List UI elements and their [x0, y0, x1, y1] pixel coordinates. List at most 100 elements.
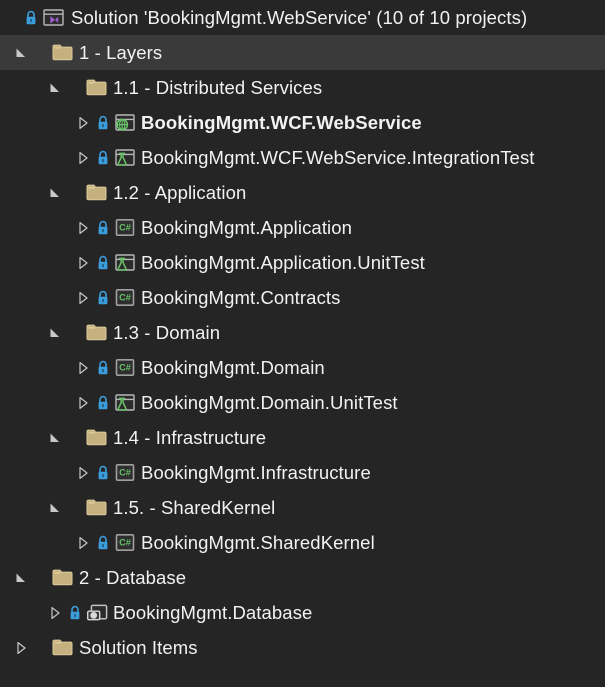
folder-icon [50, 35, 76, 70]
solution-folder-1-1-distributed-services[interactable]: 1.1 - Distributed Services [0, 70, 605, 105]
project-bookingmgmt-wcf-webservice[interactable]: BookingMgmt.WCF.WebService [0, 105, 605, 140]
lock-placeholder [66, 175, 84, 210]
tree-indent-spacer [0, 297, 72, 298]
project-bookingmgmt-wcf-webservice-integrationtest[interactable]: BookingMgmt.WCF.WebService.IntegrationTe… [0, 140, 605, 175]
expander-collapsed-icon[interactable] [72, 245, 94, 280]
tree-item-label: 1.4 - Infrastructure [113, 427, 267, 448]
solution-folder-2-database[interactable]: 2 - Database [0, 560, 605, 595]
tree-item-label: Solution Items [79, 637, 198, 658]
tree-indent-spacer [0, 542, 72, 543]
expander-expanded-icon[interactable] [44, 420, 66, 455]
csharp-project-icon: C# [112, 455, 138, 490]
tree-indent-spacer [0, 332, 44, 333]
lock-placeholder [66, 315, 84, 350]
tree-indent-spacer [0, 472, 72, 473]
expander-collapsed-icon[interactable] [72, 455, 94, 490]
folder-icon [84, 315, 110, 350]
lock-placeholder [32, 630, 50, 665]
tree-item-label: 1.5. - SharedKernel [113, 497, 276, 518]
database-project-icon [84, 595, 110, 630]
tree-indent-spacer [0, 262, 72, 263]
tree-indent-spacer [0, 367, 72, 368]
test-project-icon [112, 140, 138, 175]
tree-item-label: BookingMgmt.Contracts [141, 287, 341, 308]
expander-collapsed-icon[interactable] [72, 280, 94, 315]
tree-item-label: BookingMgmt.Infrastructure [141, 462, 371, 483]
tree-indent-spacer [0, 612, 44, 613]
folder-icon [50, 560, 76, 595]
tree-indent-spacer [0, 87, 44, 88]
svg-text:C#: C# [119, 362, 131, 372]
project-bookingmgmt-application[interactable]: C# BookingMgmt.Application [0, 210, 605, 245]
tree-indent-spacer [0, 122, 72, 123]
expander-collapsed-icon[interactable] [72, 140, 94, 175]
expander-expanded-icon[interactable] [44, 175, 66, 210]
expander-expanded-icon[interactable] [44, 315, 66, 350]
tree-item-label: BookingMgmt.WCF.WebService [141, 112, 422, 133]
tree-item-label: 2 - Database [79, 567, 187, 588]
svg-text:C#: C# [119, 222, 131, 232]
solution-folder-1-2-application[interactable]: 1.2 - Application [0, 175, 605, 210]
project-bookingmgmt-application-unittest[interactable]: BookingMgmt.Application.UnitTest [0, 245, 605, 280]
tree-item-label: 1.3 - Domain [113, 322, 221, 343]
project-bookingmgmt-infrastructure[interactable]: C# BookingMgmt.Infrastructure [0, 455, 605, 490]
lock-placeholder [32, 560, 50, 595]
tree-indent-spacer [0, 227, 72, 228]
csharp-project-icon: C# [112, 280, 138, 315]
folder-icon [84, 175, 110, 210]
folder-icon [50, 630, 76, 665]
solution-folder-1-5-sharedkernel[interactable]: 1.5. - SharedKernel [0, 490, 605, 525]
expander-collapsed-icon[interactable] [10, 630, 32, 665]
tree-item-label: 1.1 - Distributed Services [113, 77, 323, 98]
visual-studio-solution-icon [40, 0, 66, 35]
tree-indent-spacer [0, 647, 10, 648]
tree-indent-spacer [0, 402, 72, 403]
tree-indent-spacer [0, 437, 44, 438]
expander-collapsed-icon[interactable] [72, 210, 94, 245]
solution-folder-solution-items[interactable]: Solution Items [0, 630, 605, 665]
web-service-project-icon [112, 105, 138, 140]
expander-collapsed-icon[interactable] [72, 350, 94, 385]
source-control-lock-icon [94, 280, 112, 315]
source-control-lock-icon [94, 385, 112, 420]
tree-item-label: BookingMgmt.Application.UnitTest [141, 252, 425, 273]
expander-expanded-icon[interactable] [10, 35, 32, 70]
folder-icon [84, 490, 110, 525]
lock-placeholder [32, 35, 50, 70]
tree-indent-spacer [0, 577, 10, 578]
expander-collapsed-icon[interactable] [72, 385, 94, 420]
tree-item-label: BookingMgmt.Domain.UnitTest [141, 392, 398, 413]
csharp-project-icon: C# [112, 350, 138, 385]
solution-root[interactable]: Solution 'BookingMgmt.WebService' (10 of… [0, 0, 605, 35]
solution-folder-1-layers[interactable]: 1 - Layers [0, 35, 605, 70]
source-control-lock-icon [94, 210, 112, 245]
expander-placeholder [0, 0, 22, 35]
project-bookingmgmt-database[interactable]: BookingMgmt.Database [0, 595, 605, 630]
project-bookingmgmt-sharedkernel[interactable]: C# BookingMgmt.SharedKernel [0, 525, 605, 560]
test-project-icon [112, 385, 138, 420]
tree-indent-spacer [0, 52, 10, 53]
folder-icon [84, 70, 110, 105]
expander-collapsed-icon[interactable] [44, 595, 66, 630]
csharp-project-icon: C# [112, 525, 138, 560]
tree-item-label: BookingMgmt.WCF.WebService.IntegrationTe… [141, 147, 535, 168]
expander-expanded-icon[interactable] [10, 560, 32, 595]
csharp-project-icon: C# [112, 210, 138, 245]
expander-collapsed-icon[interactable] [72, 105, 94, 140]
solution-folder-1-4-infrastructure[interactable]: 1.4 - Infrastructure [0, 420, 605, 455]
source-control-lock-icon [94, 245, 112, 280]
expander-collapsed-icon[interactable] [72, 525, 94, 560]
source-control-lock-icon [94, 105, 112, 140]
solution-explorer-tree[interactable]: Solution 'BookingMgmt.WebService' (10 of… [0, 0, 605, 687]
expander-expanded-icon[interactable] [44, 490, 66, 525]
lock-placeholder [66, 490, 84, 525]
solution-folder-1-3-domain[interactable]: 1.3 - Domain [0, 315, 605, 350]
source-control-lock-icon [94, 350, 112, 385]
project-bookingmgmt-domain[interactable]: C# BookingMgmt.Domain [0, 350, 605, 385]
project-bookingmgmt-domain-unittest[interactable]: BookingMgmt.Domain.UnitTest [0, 385, 605, 420]
project-bookingmgmt-contracts[interactable]: C# BookingMgmt.Contracts [0, 280, 605, 315]
tree-indent-spacer [0, 157, 72, 158]
lock-placeholder [66, 420, 84, 455]
tree-indent-spacer [0, 192, 44, 193]
expander-expanded-icon[interactable] [44, 70, 66, 105]
